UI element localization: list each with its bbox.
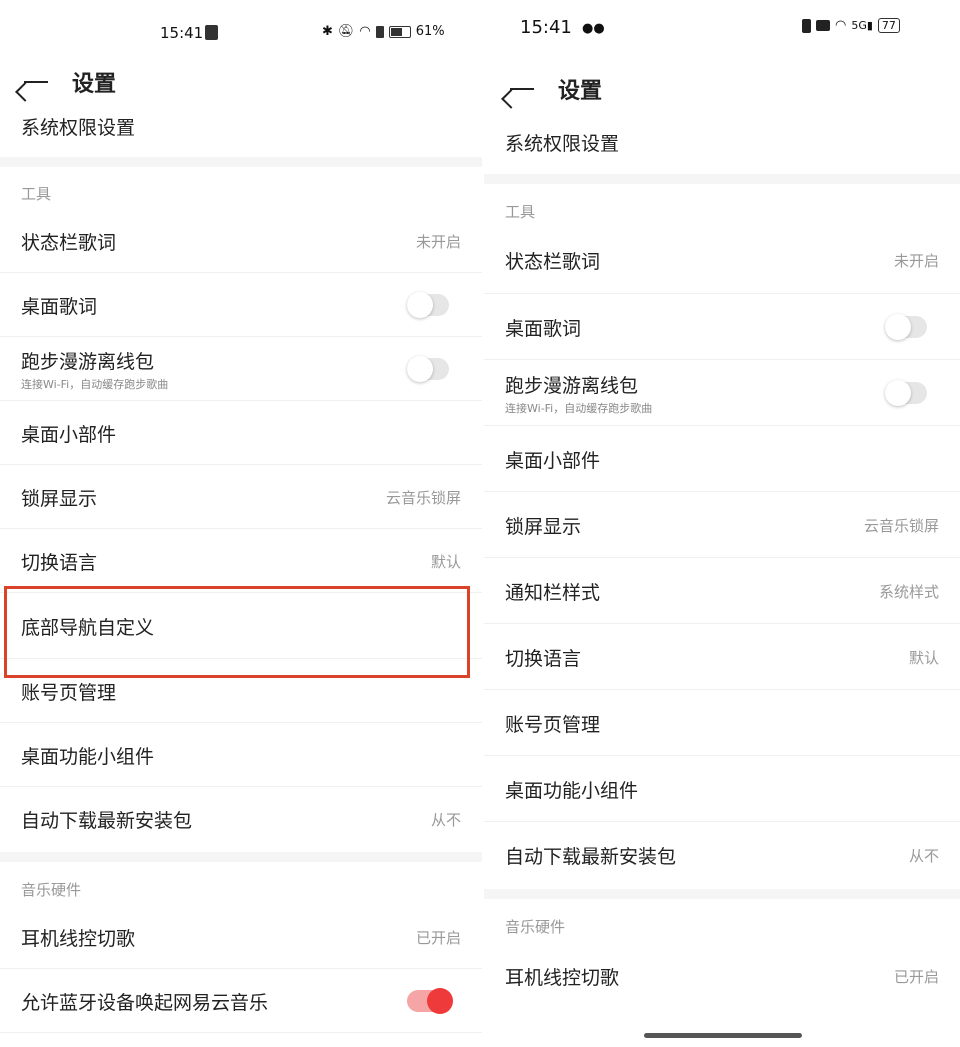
settings-screen-left: 15:41 ✱ 🔕︎ ◠ 61% 设置 系统权限设置 工具 状态栏歌词 未开启: [0, 0, 482, 1047]
wechat-icon: ●●: [582, 21, 605, 36]
vibrate-icon: [802, 18, 811, 33]
settings-item-headset-control[interactable]: 耳机线控切歌 已开启: [484, 943, 960, 1009]
section-header-tools: 工具: [505, 203, 536, 221]
settings-item-desktop-widget[interactable]: 桌面小部件: [0, 402, 482, 465]
section-header-hardware: 音乐硬件: [505, 918, 566, 936]
settings-item-running-offline[interactable]: 跑步漫游离线包 连接Wi-Fi，自动缓存跑步歌曲: [484, 361, 960, 426]
wifi-icon: ◠: [835, 18, 847, 33]
settings-item-bluetooth-wake[interactable]: 允许蓝牙设备唤起网易云音乐: [0, 970, 482, 1033]
settings-item-desktop-lyrics[interactable]: 桌面歌词: [484, 295, 960, 360]
back-arrow-icon[interactable]: [508, 79, 536, 99]
settings-item-headset-control[interactable]: 耳机线控切歌 已开启: [0, 906, 482, 969]
section-header-hardware: 音乐硬件: [21, 881, 82, 899]
back-arrow-icon[interactable]: [22, 72, 50, 92]
battery-percent: 61%: [415, 24, 445, 39]
desktop-lyrics-toggle[interactable]: [407, 292, 449, 318]
wifi-icon: ◠: [359, 24, 371, 39]
status-bar: 15:41 ●● ◠ 5G▮ 77: [484, 0, 960, 60]
settings-item-permissions[interactable]: 系统权限设置: [0, 108, 482, 144]
status-time: 15:41: [160, 24, 204, 42]
page-title: 设置: [558, 79, 603, 104]
settings-item-function-widget[interactable]: 桌面功能小组件: [0, 724, 482, 787]
bluetooth-wake-toggle[interactable]: [407, 988, 453, 1014]
running-offline-toggle[interactable]: [885, 380, 927, 406]
page-title: 设置: [72, 72, 117, 97]
upload-icon: [205, 25, 218, 40]
desktop-lyrics-toggle[interactable]: [885, 314, 927, 340]
hd-icon: [816, 20, 830, 31]
section-divider: [0, 157, 482, 167]
battery-level: 77: [881, 19, 896, 32]
settings-item-statusbar-lyrics[interactable]: 状态栏歌词 未开启: [484, 228, 960, 294]
mute-icon: 🔕︎: [337, 24, 355, 39]
settings-item-permissions[interactable]: 系统权限设置: [484, 122, 960, 162]
settings-item-notification-style[interactable]: 通知栏样式 系统样式: [484, 559, 960, 624]
screenshot-comparison: 15:41 ✱ 🔕︎ ◠ 61% 设置 系统权限设置 工具 状态栏歌词 未开启: [0, 0, 960, 1047]
settings-item-statusbar-lyrics[interactable]: 状态栏歌词 未开启: [0, 210, 482, 273]
settings-item-lockscreen[interactable]: 锁屏显示 云音乐锁屏: [484, 493, 960, 558]
status-time: 15:41: [520, 17, 572, 38]
section-divider: [0, 852, 482, 862]
settings-item-language[interactable]: 切换语言 默认: [0, 530, 482, 593]
bluetooth-icon: ✱: [322, 24, 333, 39]
signal-5g-icon: 5G▮: [851, 19, 873, 32]
settings-screen-right: 15:41 ●● ◠ 5G▮ 77 设置 系统权限设置 工具 状态栏歌词 未开启: [484, 0, 960, 1047]
settings-item-running-offline[interactable]: 跑步漫游离线包 连接Wi-Fi，自动缓存跑步歌曲: [0, 338, 482, 401]
settings-item-function-widget[interactable]: 桌面功能小组件: [484, 757, 960, 822]
alert-icon: [375, 25, 384, 38]
running-offline-toggle[interactable]: [407, 356, 449, 382]
section-divider: [484, 174, 960, 184]
battery-icon: 77: [877, 18, 900, 33]
section-divider: [484, 889, 960, 899]
header: 设置: [0, 66, 482, 98]
settings-item-lockscreen[interactable]: 锁屏显示 云音乐锁屏: [0, 466, 482, 529]
header: 设置: [484, 72, 960, 106]
settings-item-desktop-lyrics[interactable]: 桌面歌词: [0, 274, 482, 337]
settings-item-auto-download[interactable]: 自动下载最新安装包 从不: [0, 788, 482, 851]
battery-icon: [388, 25, 411, 38]
highlight-box: [4, 586, 470, 678]
status-bar: 15:41 ✱ 🔕︎ ◠ 61%: [0, 0, 482, 60]
home-indicator[interactable]: [644, 1033, 802, 1038]
section-header-tools: 工具: [21, 185, 52, 203]
settings-item-language[interactable]: 切换语言 默认: [484, 625, 960, 690]
settings-item-auto-download[interactable]: 自动下载最新安装包 从不: [484, 823, 960, 888]
settings-item-desktop-widget[interactable]: 桌面小部件: [484, 427, 960, 492]
settings-item-account-page[interactable]: 账号页管理: [484, 691, 960, 756]
